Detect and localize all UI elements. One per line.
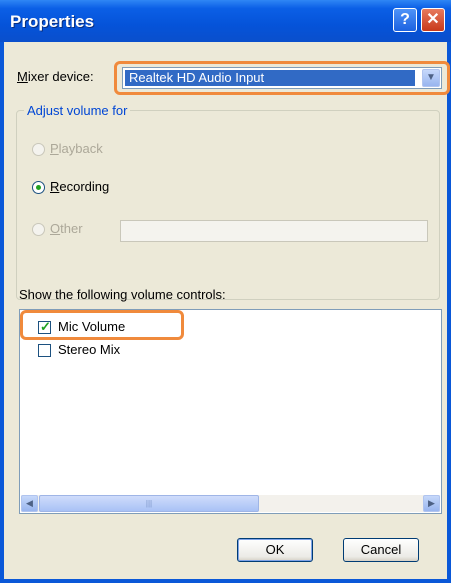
radio-playback-text: layback — [58, 141, 103, 156]
mixer-device-highlight — [114, 61, 450, 95]
radio-playback-mnemonic: P — [50, 141, 59, 156]
help-button[interactable]: ? — [393, 8, 417, 32]
properties-dialog: Properties ? ✕ Mixer device: Realtek HD … — [0, 0, 451, 583]
horizontal-scrollbar[interactable]: ◀ ||| ▶ — [21, 495, 440, 512]
mixer-device-label-mnemonic: M — [17, 69, 28, 84]
radio-other-mnemonic: O — [50, 221, 61, 236]
scrollbar-thumb[interactable]: ||| — [39, 495, 259, 512]
list-item-stereo-mix: Stereo Mix — [58, 342, 121, 357]
dialog-body: Mixer device: Realtek HD Audio Input ▼ A… — [4, 42, 450, 579]
mic-volume-highlight — [20, 310, 184, 340]
radio-recording-text: ecording — [59, 179, 110, 194]
radio-recording-label: Recording — [50, 179, 109, 194]
radio-recording[interactable] — [32, 181, 45, 194]
title-bar[interactable]: Properties ? ✕ — [0, 0, 451, 42]
radio-other-label: Other — [50, 221, 83, 236]
mixer-device-label: Mixer device: — [17, 69, 94, 84]
adjust-volume-group — [16, 110, 440, 300]
radio-recording-mnemonic: R — [50, 179, 60, 194]
radio-selected-dot — [36, 185, 41, 190]
radio-other-text: ther — [60, 221, 83, 236]
help-icon: ? — [400, 11, 410, 28]
scroll-right-icon[interactable]: ▶ — [423, 495, 440, 512]
radio-playback[interactable] — [32, 143, 45, 156]
scroll-left-icon[interactable]: ◀ — [21, 495, 38, 512]
window-title: Properties — [10, 12, 95, 31]
close-icon: ✕ — [426, 11, 440, 28]
checkbox-stereo-mix[interactable] — [38, 344, 51, 357]
other-device-select[interactable] — [120, 220, 428, 242]
adjust-volume-legend: Adjust volume for — [24, 103, 131, 118]
close-button[interactable]: ✕ — [421, 8, 445, 32]
mixer-device-label-text: ixer device: — [27, 69, 94, 84]
radio-playback-label: Playback — [50, 141, 103, 156]
cancel-button[interactable]: Cancel — [343, 538, 419, 562]
radio-other[interactable] — [32, 223, 45, 236]
volume-controls-heading: Show the following volume controls: — [19, 287, 226, 302]
ok-button[interactable]: OK — [237, 538, 313, 562]
